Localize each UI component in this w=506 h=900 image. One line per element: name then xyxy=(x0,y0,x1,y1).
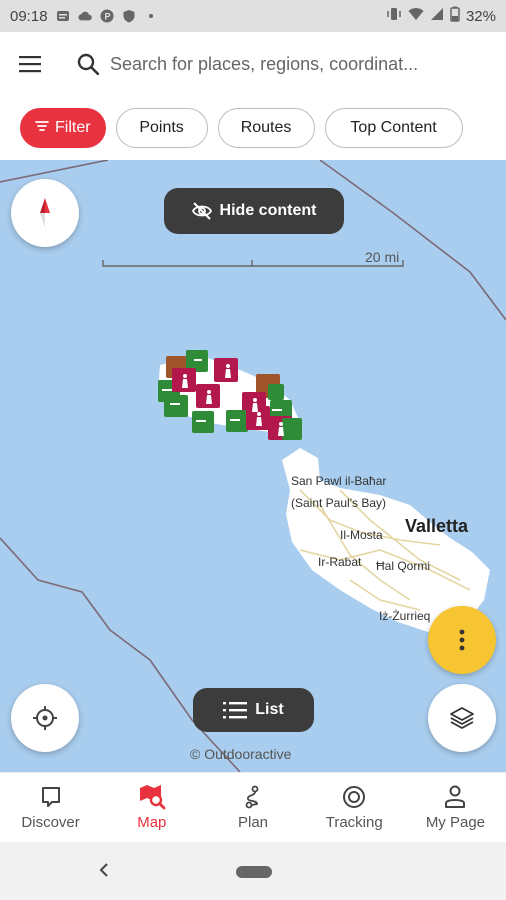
nav-map-label: Map xyxy=(137,814,167,831)
wifi-icon xyxy=(408,7,424,25)
list-label: List xyxy=(255,701,284,718)
hamburger-icon xyxy=(19,56,41,73)
nav-my-page-label: My Page xyxy=(425,814,486,831)
nav-tracking[interactable]: Tracking xyxy=(304,773,405,842)
place-mosta: Il-Mosta xyxy=(340,528,383,542)
my-location-button[interactable] xyxy=(11,684,79,752)
chip-routes[interactable]: Routes xyxy=(217,108,315,148)
eye-off-icon xyxy=(191,202,212,220)
map-view[interactable]: San Pawl il-Baħar (Saint Paul's Bay) Il-… xyxy=(0,160,506,772)
app-p-icon: P xyxy=(100,9,114,23)
nav-map[interactable]: Map xyxy=(101,773,202,842)
system-navigation-bar xyxy=(0,842,506,900)
battery-percent: 32% xyxy=(465,7,496,25)
cloud-icon xyxy=(77,9,92,23)
nav-discover[interactable]: Discover xyxy=(0,773,101,842)
battery-icon xyxy=(450,6,460,26)
compass-button[interactable] xyxy=(11,179,79,247)
tracking-icon xyxy=(342,784,366,810)
map-base xyxy=(0,160,506,772)
home-pill[interactable] xyxy=(236,866,272,878)
search-input[interactable] xyxy=(110,53,446,75)
place-valletta: Valletta xyxy=(405,516,469,536)
place-zurrieq: Iż-Żurrieq xyxy=(379,609,431,623)
chevron-left-icon xyxy=(99,863,108,877)
shield-icon xyxy=(122,9,136,23)
compass-icon xyxy=(40,198,50,228)
place-saint-pauls-bay: (Saint Paul's Bay) xyxy=(291,496,386,510)
search-icon[interactable] xyxy=(66,42,110,86)
dot-icon xyxy=(144,9,158,23)
bottom-navigation: Discover Map Plan Tracking My Page xyxy=(0,772,506,842)
nav-plan-label: Plan xyxy=(237,814,269,831)
vibrate-icon xyxy=(386,7,402,25)
nav-plan[interactable]: Plan xyxy=(202,773,303,842)
filter-chips: Filter Points Routes Top Content xyxy=(0,96,506,160)
list-icon xyxy=(223,701,248,719)
notification-icon xyxy=(56,9,70,23)
place-san-pawl: San Pawl il-Baħar xyxy=(291,474,387,488)
list-button[interactable]: List xyxy=(193,688,314,732)
layers-icon xyxy=(450,707,474,729)
user-icon xyxy=(444,784,466,810)
back-button[interactable] xyxy=(92,858,116,882)
chip-top-content[interactable]: Top Content xyxy=(324,108,463,148)
search-header xyxy=(0,32,506,96)
hide-content-button[interactable]: Hide content xyxy=(164,188,344,234)
place-qormi: Ħal Qormi xyxy=(376,559,431,573)
crosshair-icon xyxy=(33,706,57,730)
menu-button[interactable] xyxy=(0,32,60,96)
nav-my-page[interactable]: My Page xyxy=(405,773,506,842)
svg-text:P: P xyxy=(104,12,110,22)
more-options-button[interactable] xyxy=(428,606,496,674)
status-bar: 09:18 P 32% xyxy=(0,0,506,32)
discover-icon xyxy=(40,784,62,810)
nav-discover-label: Discover xyxy=(21,814,80,831)
map-scale-label: 20 mi xyxy=(365,249,400,265)
route-plan-icon xyxy=(243,784,263,810)
status-time: 09:18 xyxy=(10,7,48,25)
signal-icon xyxy=(430,7,444,25)
status-right: 32% xyxy=(386,6,496,26)
chip-points[interactable]: Points xyxy=(115,108,208,148)
filter-button[interactable]: Filter xyxy=(20,108,106,148)
map-search-icon xyxy=(138,784,166,810)
more-vertical-icon xyxy=(459,629,465,651)
map-copyright: © Outdooractive xyxy=(190,746,292,762)
nav-tracking-label: Tracking xyxy=(325,814,383,831)
filter-label: Filter xyxy=(55,119,91,136)
map-layers-button[interactable] xyxy=(428,684,496,752)
filter-icon xyxy=(35,119,49,138)
place-rabat: Ir-Rabat xyxy=(318,555,362,569)
hide-content-label: Hide content xyxy=(219,202,317,219)
